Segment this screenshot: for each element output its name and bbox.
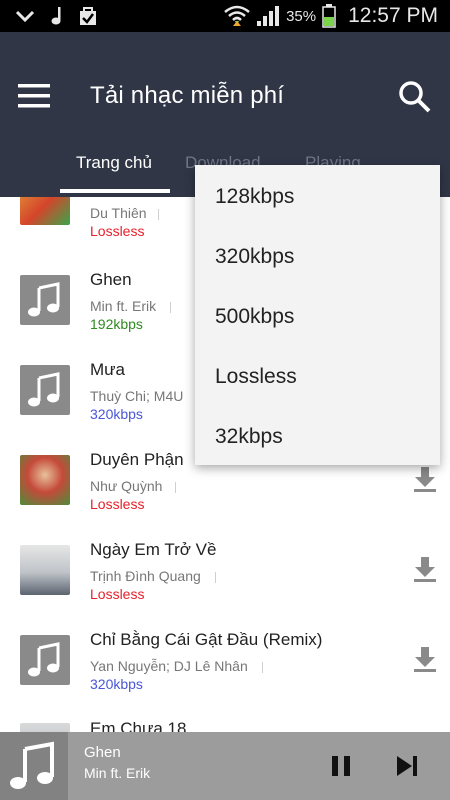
system-icons: 35% 12:57 PM <box>224 4 438 28</box>
song-title: Duyên Phận <box>90 450 184 469</box>
search-icon[interactable] <box>398 80 432 114</box>
signal-icon <box>257 6 280 26</box>
song-quality: Lossless <box>90 223 145 239</box>
skip-next-icon[interactable] <box>392 752 422 780</box>
album-art <box>20 275 70 325</box>
song-title: Ngày Em Trở Về <box>90 540 217 559</box>
separator <box>175 482 176 493</box>
separator <box>262 662 263 673</box>
song-artist: Du Thiên <box>90 205 147 221</box>
pause-icon[interactable] <box>328 752 354 780</box>
music-note-icon <box>51 7 61 25</box>
song-artist: Min ft. Erik <box>90 298 157 314</box>
tab-home[interactable]: Trang chủ <box>76 153 152 173</box>
screen: 35% 12:57 PM Tải nhạc miễn phí Trang chủ… <box>0 0 450 800</box>
shopping-bag-icon <box>80 7 96 25</box>
menu-icon[interactable] <box>18 84 50 108</box>
active-tab-indicator <box>60 189 170 193</box>
separator <box>158 209 159 220</box>
download-icon[interactable] <box>414 557 436 583</box>
music-note-icon <box>28 372 60 407</box>
song-quality: Lossless <box>90 496 145 512</box>
download-icon[interactable] <box>414 467 436 493</box>
song-quality: 192kbps <box>90 316 143 332</box>
song-title: Em Chưa 18 <box>90 719 187 732</box>
album-art <box>20 365 70 415</box>
song-title: Chỉ Bằng Cái Gật Đầu (Remix) <box>90 630 323 649</box>
separator <box>170 302 171 313</box>
notification-icons <box>14 5 98 27</box>
player-album-art <box>0 732 68 800</box>
music-note-icon <box>28 282 60 317</box>
music-note-icon <box>28 642 60 677</box>
battery-icon <box>322 4 336 28</box>
dropdown-option-128[interactable]: 128kbps <box>215 185 294 209</box>
album-art <box>20 197 70 225</box>
player-song-title: Ghen <box>84 744 121 761</box>
quality-dropdown[interactable]: 128kbps 320kbps 500kbps Lossless 32kbps <box>195 165 440 465</box>
album-art <box>20 455 70 505</box>
song-title: Mưa <box>90 360 125 379</box>
dropdown-option-lossless[interactable]: Lossless <box>215 365 297 389</box>
music-note-icon <box>10 741 54 789</box>
wifi-icon <box>224 5 250 26</box>
status-bar: 35% 12:57 PM <box>0 0 450 32</box>
app-title: Tải nhạc miễn phí <box>90 82 285 109</box>
list-item[interactable]: Ngày Em Trở Về Trịnh Đình Quang Lossless <box>0 515 450 605</box>
mini-player[interactable]: Ghen Min ft. Erik <box>0 732 450 800</box>
dropdown-option-32[interactable]: 32kbps <box>215 425 283 449</box>
clock: 12:57 PM <box>348 4 438 27</box>
song-quality: 320kbps <box>90 406 143 422</box>
list-item[interactable]: Em Chưa 18 <box>0 695 450 732</box>
song-artist: Yan Nguyễn; DJ Lê Nhân <box>90 658 248 674</box>
album-art <box>20 545 70 595</box>
song-quality: 320kbps <box>90 676 143 692</box>
list-item[interactable]: Chỉ Bằng Cái Gật Đầu (Remix) Yan Nguyễn;… <box>0 605 450 695</box>
album-art <box>20 635 70 685</box>
song-quality: Lossless <box>90 586 145 602</box>
player-artist: Min ft. Erik <box>84 765 151 781</box>
song-artist: Thuỳ Chi; M4U <box>90 388 184 404</box>
song-artist: Như Quỳnh <box>90 478 163 494</box>
chevron-down-icon <box>15 10 35 23</box>
dropdown-option-320[interactable]: 320kbps <box>215 245 294 269</box>
song-title: Ghen <box>90 270 132 289</box>
separator <box>215 572 216 583</box>
song-artist: Trịnh Đình Quang <box>90 568 201 584</box>
dropdown-option-500[interactable]: 500kbps <box>215 305 294 329</box>
download-icon[interactable] <box>414 647 436 673</box>
album-art <box>20 723 70 732</box>
battery-percent: 35% <box>286 7 317 25</box>
